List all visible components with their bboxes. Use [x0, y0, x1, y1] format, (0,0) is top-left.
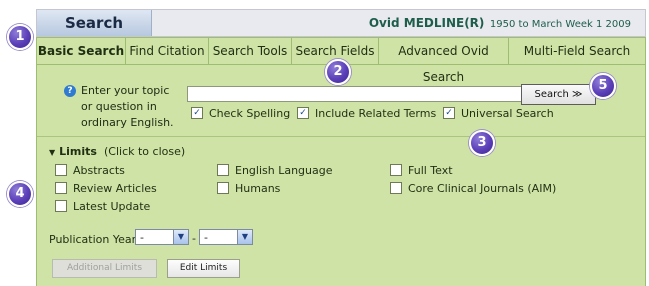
universal-search-option[interactable]: ✓ Universal Search [443, 107, 554, 121]
limits-title: Limits [59, 145, 97, 158]
chevron-down-icon[interactable]: ▼ [237, 230, 252, 244]
limit-full-text[interactable]: Full Text [390, 164, 453, 178]
search-button[interactable]: Search ≫ [521, 84, 596, 105]
publication-year-to-select[interactable]: - ▼ [199, 229, 253, 245]
core-clinical-journals-label: Core Clinical Journals (AIM) [408, 182, 557, 195]
publication-year-from-select[interactable]: - ▼ [135, 229, 189, 245]
tab-find-citation[interactable]: Find Citation [126, 38, 209, 64]
full-text-label: Full Text [408, 164, 453, 177]
full-text-checkbox[interactable] [390, 164, 402, 176]
english-language-label: English Language [235, 164, 333, 177]
abstracts-checkbox[interactable] [55, 164, 67, 176]
prompt-line-2: or question in [81, 100, 157, 113]
english-language-checkbox[interactable] [217, 164, 229, 176]
prompt-line-3: ordinary English. [81, 116, 174, 129]
universal-search-checkbox[interactable]: ✓ [443, 107, 455, 119]
year-range-separator: - [192, 232, 196, 245]
search-query-input[interactable] [187, 86, 523, 102]
limit-english-language[interactable]: English Language [217, 164, 333, 178]
chevron-down-icon[interactable]: ▼ [173, 230, 188, 244]
humans-label: Humans [235, 182, 281, 195]
include-related-terms-option[interactable]: ✓ Include Related Terms [297, 107, 436, 121]
tab-basic-search[interactable]: Basic Search [37, 38, 126, 64]
check-spelling-checkbox[interactable]: ✓ [191, 107, 203, 119]
publication-year-label: Publication Year [49, 233, 137, 246]
review-articles-checkbox[interactable] [55, 182, 67, 194]
include-related-terms-checkbox[interactable]: ✓ [297, 107, 309, 119]
tab-search-tools[interactable]: Search Tools [209, 38, 292, 64]
check-spelling-label: Check Spelling [209, 107, 291, 120]
limit-abstracts[interactable]: Abstracts [55, 164, 125, 178]
help-icon[interactable]: ? [64, 85, 76, 97]
limit-latest-update[interactable]: Latest Update [55, 200, 150, 214]
callout-badge-3: 3 [469, 130, 495, 156]
limits-toggle-hint: (Click to close) [103, 145, 186, 158]
collapse-arrow-icon: ▼ [49, 148, 56, 157]
callout-badge-2: 2 [325, 59, 351, 85]
include-related-terms-label: Include Related Terms [315, 107, 437, 120]
tab-advanced-ovid-search[interactable]: Advanced Ovid Search [379, 38, 509, 84]
tab-multi-field-search[interactable]: Multi-Field Search [509, 38, 645, 64]
search-main-tab[interactable]: Search [37, 10, 152, 36]
humans-checkbox[interactable] [217, 182, 229, 194]
universal-search-label: Universal Search [461, 107, 554, 120]
edit-limits-button[interactable]: Edit Limits [167, 259, 240, 278]
latest-update-label: Latest Update [73, 200, 151, 213]
callout-badge-5: 5 [590, 73, 616, 99]
additional-limits-button[interactable]: Additional Limits [52, 259, 157, 278]
year-to-value: - [204, 231, 208, 244]
review-articles-label: Review Articles [73, 182, 157, 195]
callout-badge-4: 4 [7, 181, 33, 207]
database-range: 1950 to March Week 1 2009 [489, 19, 631, 30]
limits-toggle[interactable]: ▼ Limits (Click to close) [49, 145, 185, 158]
database-title: Ovid MEDLINE(R) 1950 to March Week 1 200… [369, 10, 631, 38]
abstracts-label: Abstracts [73, 164, 125, 177]
callout-badge-1: 1 [7, 24, 33, 50]
header-bar: Search Ovid MEDLINE(R) 1950 to March Wee… [36, 9, 646, 37]
limit-humans[interactable]: Humans [217, 182, 280, 196]
check-spelling-option[interactable]: ✓ Check Spelling [191, 107, 290, 121]
year-from-value: - [140, 231, 144, 244]
latest-update-checkbox[interactable] [55, 200, 67, 212]
limit-review-articles[interactable]: Review Articles [55, 182, 157, 196]
search-prompt: Enter your topic or question in ordinary… [81, 83, 181, 131]
core-clinical-journals-checkbox[interactable] [390, 182, 402, 194]
prompt-line-1: Enter your topic [81, 84, 170, 97]
section-divider [37, 136, 645, 137]
limit-core-clinical-journals[interactable]: Core Clinical Journals (AIM) [390, 182, 556, 196]
database-name: Ovid MEDLINE(R) [368, 16, 485, 30]
